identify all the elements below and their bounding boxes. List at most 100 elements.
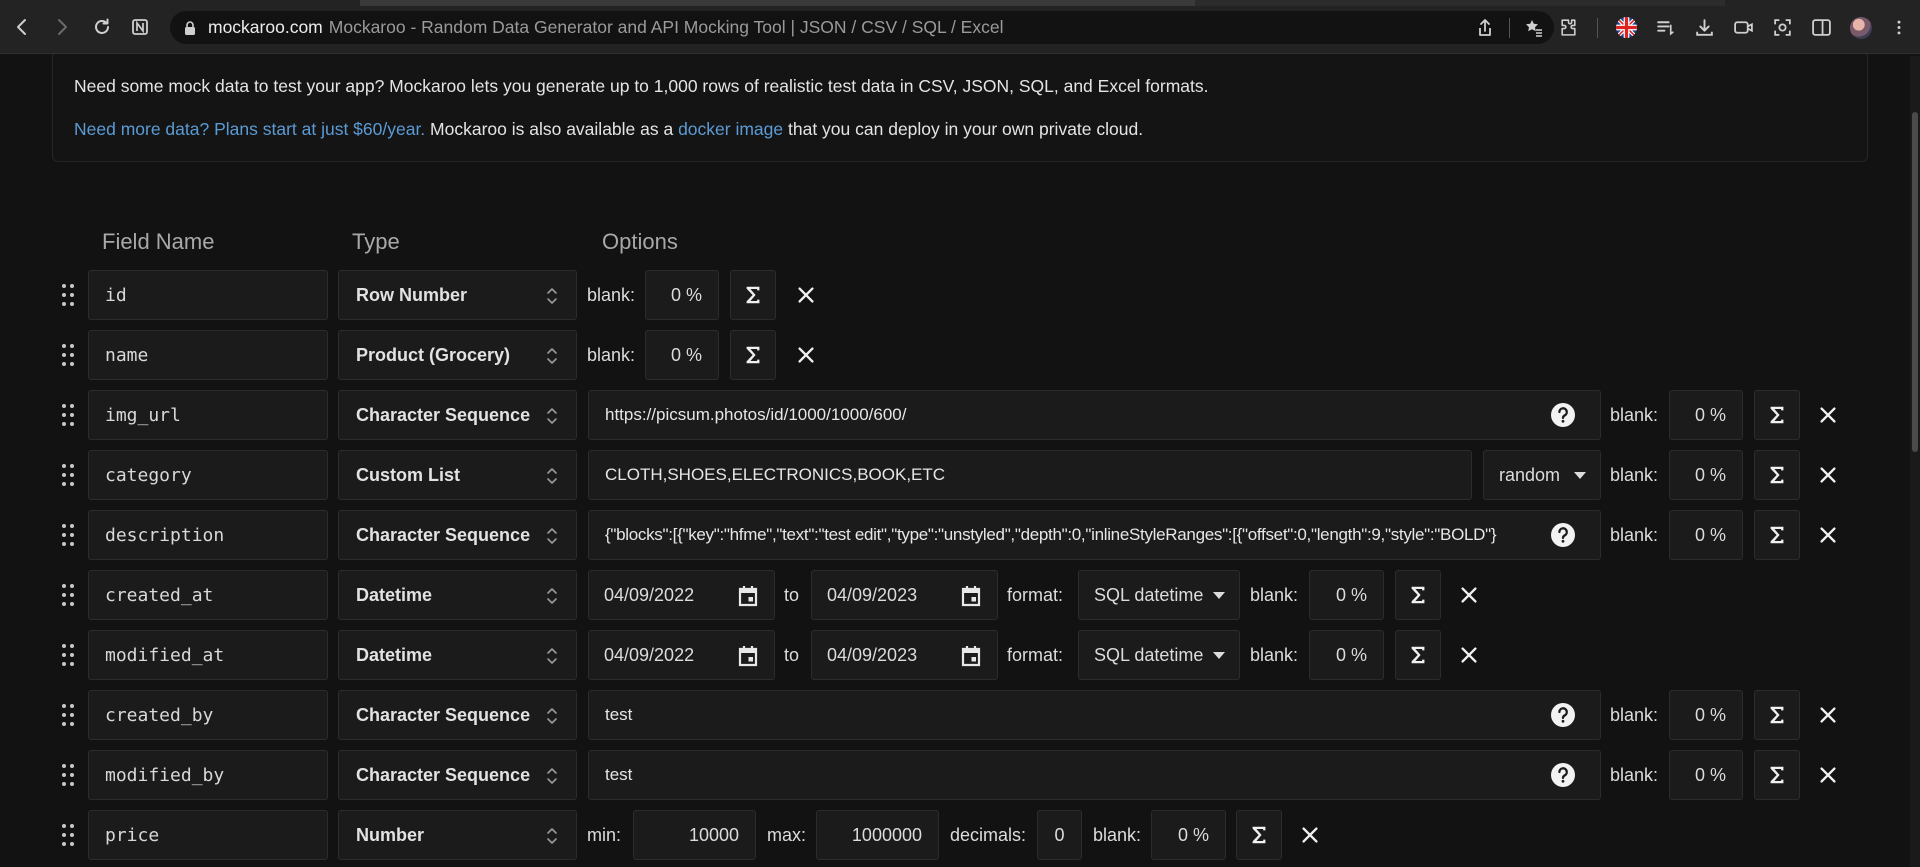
calendar-icon[interactable] [959, 644, 983, 668]
sequence-format-input[interactable]: test [588, 690, 1601, 740]
min-input[interactable]: 10000 [633, 810, 756, 860]
type-selector[interactable]: Datetime [338, 630, 577, 680]
delete-field-icon[interactable] [1458, 584, 1480, 606]
screenshot-icon[interactable] [1772, 17, 1793, 38]
formula-button[interactable] [1754, 390, 1800, 440]
field-name-input[interactable]: id [88, 270, 328, 320]
drag-handle-icon[interactable] [62, 404, 74, 426]
formula-button[interactable] [1395, 630, 1441, 680]
delete-field-icon[interactable] [1817, 524, 1839, 546]
uk-flag-icon[interactable] [1616, 17, 1637, 38]
date-to-input[interactable]: 04/09/2023 [811, 630, 998, 680]
formula-button[interactable] [1395, 570, 1441, 620]
delete-field-icon[interactable] [1817, 404, 1839, 426]
field-name-input[interactable]: price [88, 810, 328, 860]
delete-field-icon[interactable] [1458, 644, 1480, 666]
help-icon[interactable] [1550, 762, 1576, 788]
type-selector[interactable]: Custom List [338, 450, 577, 500]
order-dropdown[interactable]: random [1483, 450, 1601, 500]
blank-percent-input[interactable]: 0 % [645, 270, 719, 320]
date-from-input[interactable]: 04/09/2022 [588, 630, 775, 680]
drag-handle-icon[interactable] [62, 764, 74, 786]
type-selector[interactable]: Character Sequence [338, 690, 577, 740]
docker-image-link[interactable]: docker image [678, 119, 783, 139]
blank-percent-input[interactable]: 0 % [645, 330, 719, 380]
blank-percent-input[interactable]: 0 % [1309, 570, 1384, 620]
blank-percent-input[interactable]: 0 % [1669, 450, 1743, 500]
type-selector[interactable]: Row Number [338, 270, 577, 320]
formula-button[interactable] [1754, 450, 1800, 500]
sequence-format-input[interactable]: test [588, 750, 1601, 800]
help-icon[interactable] [1550, 702, 1576, 728]
sequence-format-input[interactable]: https://picsum.photos/id/1000/1000/600/ [588, 390, 1601, 440]
delete-field-icon[interactable] [795, 284, 817, 306]
field-name-input[interactable]: name [88, 330, 328, 380]
date-format-dropdown[interactable]: SQL datetime [1078, 630, 1240, 680]
back-button[interactable] [8, 12, 36, 42]
help-icon[interactable] [1550, 522, 1576, 548]
blank-percent-input[interactable]: 0 % [1669, 690, 1743, 740]
blank-percent-input[interactable]: 0 % [1151, 810, 1226, 860]
custom-list-input[interactable]: CLOTH,SHOES,ELECTRONICS,BOOK,ETC [588, 450, 1472, 500]
field-name-input[interactable]: description [88, 510, 328, 560]
max-input[interactable]: 1000000 [816, 810, 939, 860]
screen-record-icon[interactable] [1733, 17, 1754, 38]
date-format-dropdown[interactable]: SQL datetime [1078, 570, 1240, 620]
sequence-format-input[interactable]: {"blocks":[{"key":"hfme","text":"test ed… [588, 510, 1601, 560]
formula-button[interactable] [730, 330, 776, 380]
share-icon[interactable] [1475, 18, 1495, 38]
formula-button[interactable] [1754, 510, 1800, 560]
sidebar-toggle-icon[interactable] [1811, 17, 1832, 38]
download-icon[interactable] [1694, 17, 1715, 38]
type-selector[interactable]: Datetime [338, 570, 577, 620]
blank-percent-input[interactable]: 0 % [1669, 390, 1743, 440]
drag-handle-icon[interactable] [62, 284, 74, 306]
favorites-star-icon[interactable] [1524, 18, 1544, 38]
field-name-input[interactable]: modified_by [88, 750, 328, 800]
drag-handle-icon[interactable] [62, 824, 74, 846]
blank-percent-input[interactable]: 0 % [1669, 750, 1743, 800]
field-name-input[interactable]: modified_at [88, 630, 328, 680]
formula-button[interactable] [730, 270, 776, 320]
drag-handle-icon[interactable] [62, 464, 74, 486]
blank-percent-input[interactable]: 0 % [1669, 510, 1743, 560]
decimals-input[interactable]: 0 [1037, 810, 1082, 860]
type-selector[interactable]: Character Sequence [338, 750, 577, 800]
plans-link[interactable]: Need more data? Plans start at just $60/… [74, 119, 425, 139]
delete-field-icon[interactable] [1817, 464, 1839, 486]
type-selector[interactable]: Character Sequence [338, 390, 577, 440]
date-to-input[interactable]: 04/09/2023 [811, 570, 998, 620]
calendar-icon[interactable] [736, 644, 760, 668]
calendar-icon[interactable] [959, 584, 983, 608]
reload-button[interactable] [88, 12, 116, 42]
formula-button[interactable] [1754, 750, 1800, 800]
delete-field-icon[interactable] [1817, 764, 1839, 786]
notion-extension-button[interactable] [126, 12, 154, 42]
type-selector[interactable]: Product (Grocery) [338, 330, 577, 380]
field-name-input[interactable]: img_url [88, 390, 328, 440]
field-name-input[interactable]: created_by [88, 690, 328, 740]
field-name-input[interactable]: category [88, 450, 328, 500]
drag-handle-icon[interactable] [62, 584, 74, 606]
calendar-icon[interactable] [736, 584, 760, 608]
delete-field-icon[interactable] [1299, 824, 1321, 846]
forward-button[interactable] [48, 12, 76, 42]
profile-avatar[interactable] [1850, 16, 1872, 39]
more-menu-icon[interactable] [1890, 17, 1908, 38]
delete-field-icon[interactable] [795, 344, 817, 366]
blank-percent-input[interactable]: 0 % [1309, 630, 1384, 680]
date-from-input[interactable]: 04/09/2022 [588, 570, 775, 620]
address-bar[interactable]: mockaroo.com Mockaroo - Random Data Gene… [170, 11, 1554, 44]
drag-handle-icon[interactable] [62, 344, 74, 366]
extensions-puzzle-icon[interactable] [1558, 17, 1579, 38]
formula-button[interactable] [1236, 810, 1282, 860]
drag-handle-icon[interactable] [62, 524, 74, 546]
help-icon[interactable] [1550, 402, 1576, 428]
formula-button[interactable] [1754, 690, 1800, 740]
type-selector[interactable]: Character Sequence [338, 510, 577, 560]
type-selector[interactable]: Number [338, 810, 577, 860]
drag-handle-icon[interactable] [62, 644, 74, 666]
reading-list-icon[interactable] [1655, 17, 1676, 38]
delete-field-icon[interactable] [1817, 704, 1839, 726]
drag-handle-icon[interactable] [62, 704, 74, 726]
